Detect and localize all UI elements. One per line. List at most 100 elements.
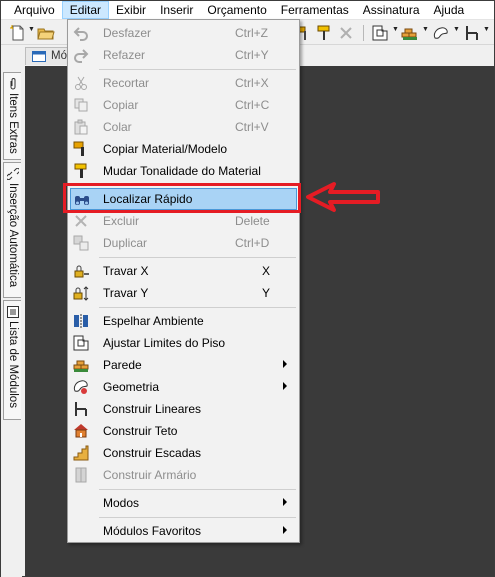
submenu-arrow-icon <box>283 526 287 534</box>
menu-item-refazer[interactable]: Refazer Ctrl+Y <box>70 44 297 66</box>
chevron-down-icon[interactable]: ▼ <box>392 26 399 33</box>
paint-roller-icon <box>74 163 87 178</box>
menu-item-recortar[interactable]: Recortar Ctrl+X <box>70 72 297 94</box>
link-icon <box>7 168 19 180</box>
menu-item-modulos-favoritos[interactable]: Módulos Favoritos <box>70 520 297 542</box>
menu-item-modos[interactable]: Modos <box>70 492 297 514</box>
menu-item-label: Módulos Favoritos <box>103 524 202 538</box>
menu-item-excluir[interactable]: Excluir Delete <box>70 210 297 232</box>
menu-item-ajustar-limites-piso[interactable]: Ajustar Limites do Piso <box>70 332 297 354</box>
menu-item-shortcut: X <box>262 264 271 278</box>
menu-item-shortcut: Ctrl+D <box>235 236 270 250</box>
wall-icon <box>73 360 89 372</box>
menu-item-construir-lineares[interactable]: Construir Lineares <box>70 398 297 420</box>
menu-item-label: Geometria <box>103 380 160 394</box>
menu-item-label: Colar <box>103 120 132 134</box>
menu-item-shortcut: Ctrl+V <box>235 120 269 134</box>
menu-item-copiar-material-modelo[interactable]: Copiar Material/Modelo <box>70 138 297 160</box>
close-icon[interactable] <box>337 24 355 42</box>
geometry-icon[interactable] <box>432 24 450 42</box>
menu-item-desfazer[interactable]: Desfazer Ctrl+Z <box>70 22 297 44</box>
submenu-arrow-icon <box>283 382 287 390</box>
linear-icon <box>75 402 87 416</box>
document-tab-label: Mó <box>51 50 67 62</box>
menu-item-shortcut: Ctrl+Y <box>235 48 269 62</box>
menu-item-label: Construir Lineares <box>103 402 202 416</box>
menu-editar[interactable]: Editar <box>61 1 110 19</box>
stairs-icon <box>73 445 89 461</box>
menu-item-shortcut: Ctrl+C <box>235 98 270 112</box>
menu-item-copiar[interactable]: Copiar Ctrl+C <box>70 94 297 116</box>
menu-orcamento[interactable]: Orçamento <box>200 1 273 19</box>
menu-item-shortcut: Delete <box>235 214 270 228</box>
menu-ajuda[interactable]: Ajuda <box>427 1 472 19</box>
chevron-down-icon[interactable]: ▼ <box>28 26 35 33</box>
menu-item-label: Copiar <box>103 98 139 112</box>
menu-item-construir-teto[interactable]: Construir Teto <box>70 420 297 442</box>
new-file-icon[interactable] <box>9 24 27 42</box>
duplicate-icon <box>73 235 89 251</box>
submenu-arrow-icon <box>283 360 287 368</box>
menu-item-duplicar[interactable]: Duplicar Ctrl+D <box>70 232 297 254</box>
menu-item-construir-armario[interactable]: Construir Armário <box>70 464 297 486</box>
menu-item-label: Parede <box>103 358 142 372</box>
menu-inserir[interactable]: Inserir <box>153 1 200 19</box>
floor-plan-icon[interactable] <box>371 24 389 42</box>
paperclip-icon <box>10 78 16 90</box>
menu-separator <box>99 517 296 518</box>
menu-assinatura[interactable]: Assinatura <box>356 1 427 19</box>
ceiling-icon <box>74 424 88 438</box>
menu-item-parede[interactable]: Parede <box>70 354 297 376</box>
annotation-highlight-box <box>63 183 301 213</box>
roller-icon[interactable] <box>315 24 333 42</box>
open-folder-icon[interactable] <box>37 24 55 42</box>
menu-exibir[interactable]: Exibir <box>109 1 153 19</box>
list-icon <box>7 306 19 318</box>
menu-item-mudar-tonalidade[interactable]: Mudar Tonalidade do Material <box>70 160 297 182</box>
menu-separator <box>99 307 296 308</box>
chevron-down-icon[interactable]: ▼ <box>453 26 460 33</box>
floor-limits-icon <box>73 335 89 351</box>
tab-label: Lista de Módulos <box>7 321 19 408</box>
menu-item-construir-escadas[interactable]: Construir Escadas <box>70 442 297 464</box>
chevron-down-icon[interactable]: ▼ <box>422 26 429 33</box>
menu-item-label: Espelhar Ambiente <box>103 314 204 328</box>
menu-item-shortcut: Y <box>262 286 271 300</box>
menu-item-travar-x[interactable]: Travar X X <box>70 260 297 282</box>
lock-x-icon <box>74 265 89 278</box>
paint-brush-icon <box>73 141 84 156</box>
menu-ferramentas[interactable]: Ferramentas <box>274 1 356 19</box>
menu-item-shortcut: Ctrl+X <box>235 76 269 90</box>
lock-y-icon <box>73 286 89 301</box>
tab-label: Itens Extras <box>7 93 19 154</box>
menu-item-label: Mudar Tonalidade do Material <box>103 164 261 178</box>
menu-arquivo[interactable]: Arquivo <box>1 1 62 19</box>
menu-item-label: Construir Escadas <box>103 446 202 460</box>
wall-icon[interactable] <box>401 24 419 42</box>
linear-icon[interactable] <box>463 24 481 42</box>
menu-item-espelhar-ambiente[interactable]: Espelhar Ambiente <box>70 310 297 332</box>
menu-item-geometria[interactable]: Geometria <box>70 376 297 398</box>
menu-item-label: Construir Armário <box>103 468 197 482</box>
toolbar-separator <box>363 25 364 41</box>
menu-item-colar[interactable]: Colar Ctrl+V <box>70 116 297 138</box>
tab-itens-extras[interactable]: Itens Extras <box>3 72 21 160</box>
tab-label: Inserção Automática <box>7 183 19 288</box>
tab-insercao-automatica[interactable]: Inserção Automática <box>3 162 21 298</box>
menu-item-shortcut: Ctrl+Z <box>235 26 268 40</box>
window-icon <box>32 51 46 62</box>
annotation-arrow-icon <box>306 182 380 212</box>
delete-icon <box>75 215 87 227</box>
tab-lista-de-modulos[interactable]: Lista de Módulos <box>3 300 21 420</box>
document-tab[interactable]: Mó <box>25 47 70 65</box>
menu-item-travar-y[interactable]: Travar Y Y <box>70 282 297 304</box>
menu-item-label: Duplicar <box>103 236 148 250</box>
menu-separator <box>99 69 296 70</box>
chevron-down-icon[interactable]: ▼ <box>483 26 490 33</box>
redo-icon <box>74 49 89 63</box>
geometry-icon <box>73 380 88 394</box>
cut-icon <box>75 76 87 90</box>
left-sidebar: Itens Extras Inserção Automática Lista d… <box>1 72 22 577</box>
menu-item-label: Ajustar Limites do Piso <box>103 336 226 350</box>
edit-menu: Desfazer Ctrl+Z Refazer Ctrl+Y Recortar … <box>67 19 300 543</box>
